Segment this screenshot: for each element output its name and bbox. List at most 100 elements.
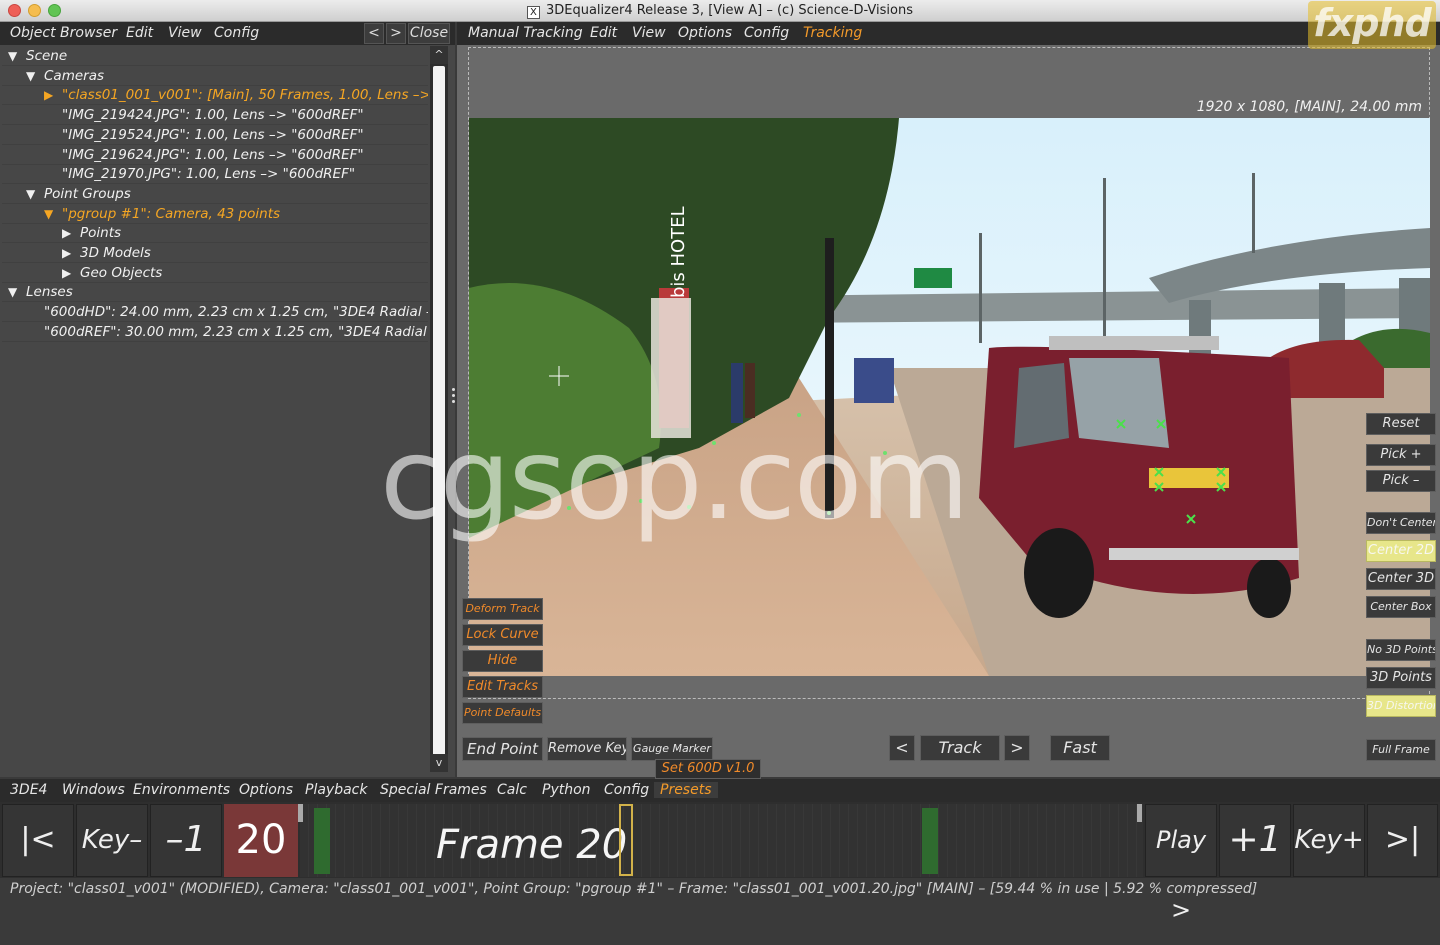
center-box-button[interactable]: Center Box [1366,596,1436,618]
point-defaults-button[interactable]: Point Defaults [462,702,543,724]
deform-track-button[interactable]: Deform Track [462,598,543,620]
center-2d-button[interactable]: Center 2D [1366,540,1436,562]
tree-row[interactable]: ▼ Lenses [2,282,428,303]
scroll-up-button[interactable]: ^ [430,46,448,64]
prev-key-button[interactable]: Key– [76,804,148,877]
hide-button[interactable]: Hide [462,650,543,672]
menu-windows[interactable]: Windows [62,782,125,798]
menu-manual-tracking[interactable]: Manual Tracking [468,25,583,41]
tree-row[interactable]: "IMG_219424.JPG": 1.00, Lens –> "600dREF… [2,105,428,126]
footage-frame[interactable]: bis HOTEL [469,118,1430,676]
menu-3de4[interactable]: 3DE4 [10,782,47,798]
prev-button[interactable]: < [364,23,384,44]
play-button[interactable]: Play > [1145,804,1217,924]
menu-tracking-config[interactable]: Config [744,25,789,41]
tree-row[interactable]: ▶ "class01_001_v001": [Main], 50 Frames, … [2,85,428,106]
tree-row-label: Points [80,225,122,242]
menu-object-browser[interactable]: Object Browser [10,25,117,41]
menu-environments[interactable]: Environments [133,782,230,798]
tracking-menubar: Manual Tracking Edit View Options Config… [457,22,1440,45]
tree-row[interactable]: ▼ Point Groups [2,184,428,204]
3d-points-button[interactable]: 3D Points [1366,667,1436,689]
menu-tracking-options[interactable]: Options [678,25,732,41]
dont-center-button[interactable]: Don't Center [1366,512,1436,534]
expanded-arrow-icon[interactable]: ▼ [8,282,20,301]
tree-row[interactable]: "600dREF": 30.00 mm, 2.23 cm x 1.25 cm, … [2,322,428,342]
window-title-text: 3DEqualizer4 Release 3, [View A] – (c) S… [545,3,913,18]
fast-button[interactable]: Fast [1050,735,1110,761]
tree-row[interactable]: ▶ Points [2,223,428,244]
collapsed-arrow-icon[interactable]: ▶ [62,223,74,242]
collapsed-arrow-icon[interactable]: ▶ [62,243,74,262]
pick-plus-button[interactable]: Pick + [1366,444,1436,466]
preset-popup[interactable]: Set 600D v1.0 [655,759,761,779]
tree-scrollbar[interactable]: ^ v [430,46,448,772]
timeline-track[interactable] [300,804,1143,877]
center-3d-button[interactable]: Center 3D [1366,568,1436,590]
expanded-arrow-icon[interactable]: ▼ [26,66,38,85]
menu-python[interactable]: Python [542,782,591,798]
fxphd-logo: fxphd [1308,1,1436,49]
edit-tracks-button[interactable]: Edit Tracks [462,676,543,698]
reset-button[interactable]: Reset [1366,413,1436,435]
end-point-button[interactable]: End Point [462,737,543,761]
menu-tracking-active[interactable]: Tracking [803,25,862,41]
tree-row[interactable]: ▼ Scene [2,46,428,66]
close-button[interactable]: Close [408,23,450,44]
menu-calc[interactable]: Calc [497,782,527,798]
menu-view[interactable]: View [168,25,202,41]
menu-playback[interactable]: Playback [305,782,367,798]
playhead[interactable] [619,804,633,876]
collapsed-arrow-icon[interactable]: ▶ [62,263,74,282]
next-button[interactable]: > [386,23,406,44]
tree-row[interactable]: ▶ 3D Models [2,243,428,263]
lock-curve-button[interactable]: Lock Curve [462,624,543,646]
menu-presets[interactable]: Presets [654,782,718,798]
expanded-arrow-icon[interactable]: ▼ [26,184,38,203]
full-frame-button[interactable]: Full Frame [1366,739,1436,761]
tree-row[interactable]: "IMG_219624.JPG": 1.00, Lens –> "600dREF… [2,145,428,165]
menu-config-main[interactable]: Config [604,782,649,798]
menu-tracking-edit[interactable]: Edit [590,25,617,41]
footage-image: bis HOTEL [469,118,1430,676]
pick-minus-button[interactable]: Pick – [1366,470,1436,492]
menu-edit[interactable]: Edit [126,25,153,41]
next-key-button[interactable]: Key+ [1293,804,1365,877]
expanded-arrow-icon[interactable]: ▼ [8,46,20,65]
track-backward-button[interactable]: < [889,735,915,761]
tree-row[interactable]: "600dHD": 24.00 mm, 2.23 cm x 1.25 cm, "… [2,302,428,323]
3d-distortion-button[interactable]: 3D Distortion [1366,695,1436,717]
tree-row[interactable]: "IMG_219524.JPG": 1.00, Lens –> "600dREF… [2,125,428,145]
tree-row[interactable]: ▼ Cameras [2,66,428,86]
tree-row[interactable]: ▶ Geo Objects [2,263,428,283]
next-frame-button[interactable]: +1 [1219,804,1291,877]
scrollbar-thumb[interactable] [433,66,445,770]
range-end-handle[interactable] [1137,804,1142,822]
collapsed-arrow-icon[interactable]: ▶ [44,85,56,104]
menu-options[interactable]: Options [239,782,293,798]
track-button[interactable]: Track [920,735,1000,761]
menu-tracking-view[interactable]: View [632,25,666,41]
expanded-arrow-icon[interactable]: ▼ [44,204,56,223]
range-start-handle[interactable] [298,804,303,822]
tree-row[interactable]: ▼ "pgroup #1": Camera, 43 points [2,204,428,224]
menu-special-frames[interactable]: Special Frames [380,782,487,798]
panel-splitter[interactable] [452,385,456,409]
no-3d-points-button[interactable]: No 3D Points [1366,639,1436,661]
tree-row-label: Geo Objects [80,264,163,281]
object-browser-menubar: Object Browser Edit View Config < > Clos… [0,22,455,45]
current-frame-field[interactable]: 20 [224,804,298,877]
remove-key-button[interactable]: Remove Key [547,737,627,761]
gauge-marker-button[interactable]: Gauge Marker [631,737,713,761]
prev-frame-button[interactable]: –1 [150,804,222,877]
title-bar: X 3DEqualizer4 Release 3, [View A] – (c) … [0,0,1440,22]
track-forward-button[interactable]: > [1004,735,1030,761]
tree-row[interactable]: "IMG_21970.JPG": 1.00, Lens –> "600dREF" [2,164,428,185]
window-title: X 3DEqualizer4 Release 3, [View A] – (c) … [0,3,1440,19]
tree-row-label: "IMG_21970.JPG": 1.00, Lens –> "600dREF" [62,166,356,183]
last-frame-button[interactable]: >| [1367,804,1438,877]
tree-row-label: Cameras [44,67,105,84]
menu-config[interactable]: Config [214,25,259,41]
first-frame-button[interactable]: |< [2,804,74,877]
scroll-down-button[interactable]: v [430,754,448,772]
